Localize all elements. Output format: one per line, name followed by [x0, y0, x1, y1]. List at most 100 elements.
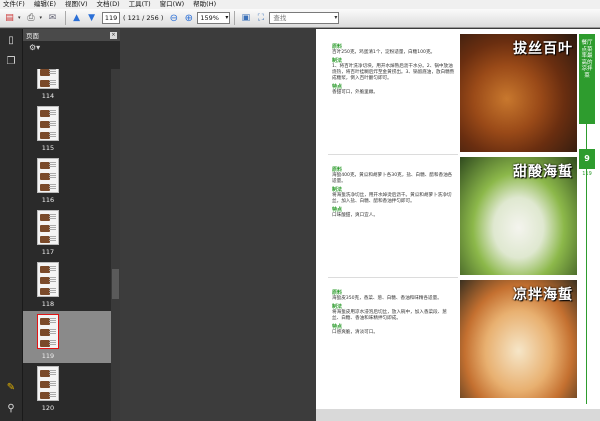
thumbnail-text-line: [49, 218, 56, 219]
pages-icon[interactable]: ▯: [5, 34, 17, 46]
thumbnail-text-line: [49, 322, 56, 323]
menu-help[interactable]: 帮助(H): [193, 0, 216, 9]
next-page-icon[interactable]: ▼: [85, 12, 98, 25]
menu-tools[interactable]: 工具(T): [129, 0, 151, 9]
menu-document[interactable]: 文档(D): [97, 0, 120, 9]
menu-file[interactable]: 文件(F): [3, 0, 25, 9]
toolbar: ▤ ▾ ⎙ ▾ ✉ ▲ ▼ 119 ( 121 / 256 ) ⊖ ⊕ 159%…: [0, 9, 600, 28]
toolbar-separator: [65, 11, 67, 25]
page-number-input[interactable]: 119: [102, 12, 121, 24]
thumbnail-label: 115: [41, 144, 55, 152]
options-icon[interactable]: ⚙▾: [29, 43, 40, 52]
thumbnail-text-line: [49, 132, 56, 133]
thumbnail-image: [37, 210, 59, 245]
document-area: 餐厅点菜率最高的凉拌菜 9 119 原料 百叶250克，鸡蛋清1个，淀粉适量，白糖…: [120, 29, 600, 421]
thumbnail-text-line: [49, 82, 56, 83]
feature-text: 香甜可口，外脆里嫩。: [332, 90, 378, 95]
menu-bar: 文件(F) 编辑(E) 视图(V) 文档(D) 工具(T) 窗口(W) 帮助(H…: [0, 0, 600, 9]
dish-photo: 拔丝百叶: [460, 34, 577, 152]
page-thumbnail[interactable]: 115: [23, 103, 111, 155]
page-thumbnail[interactable]: 120: [23, 363, 111, 415]
print-dropdown-icon[interactable]: ▾: [40, 15, 43, 21]
thumbnail-text-line: [49, 123, 56, 124]
zoom-out-icon[interactable]: ⊖: [167, 12, 180, 25]
page-thumbnail[interactable]: 117: [23, 207, 111, 259]
panel-scrollbar[interactable]: [111, 69, 120, 421]
zoom-in-icon[interactable]: ⊕: [182, 12, 195, 25]
page-thumbnail[interactable]: 118: [23, 259, 111, 311]
comments-icon[interactable]: ✎: [5, 381, 17, 393]
thumbnail-text-line: [49, 268, 56, 269]
thumbnail-text-line: [49, 381, 56, 382]
thumbnail-text-line: [49, 216, 56, 217]
thumbnail-text-line: [49, 173, 56, 174]
thumbnail-text-line: [49, 370, 56, 371]
thumbnail-label: 118: [41, 300, 55, 308]
thumbnail-text-line: [49, 134, 56, 135]
recipe-text: 原料 百叶250克，鸡蛋清1个，淀粉适量，白糖100克。 制法 1、将百叶洗净切块，用…: [332, 42, 456, 97]
thumbnail-text-line: [49, 227, 56, 228]
dish-photo: 甜酸海蜇: [460, 157, 577, 275]
thumbnail-text-line: [49, 392, 56, 393]
menu-window[interactable]: 窗口(W): [160, 0, 185, 9]
thumbnail-text-line: [49, 114, 56, 115]
page-thumbnail[interactable]: 116: [23, 155, 111, 207]
thumbnail-text-line: [49, 292, 56, 293]
page-thumbnail[interactable]: 119: [23, 311, 111, 363]
steps-text: 1、将百叶洗净切块，用开水焯熟后沥干水分。2、锅中放油烧热，将百叶挂糊后炸至金黄…: [332, 64, 455, 81]
thumbnail-text-line: [49, 73, 56, 74]
zoom-select[interactable]: 159%: [197, 12, 231, 24]
section-divider: [328, 154, 458, 155]
page-gap: [316, 409, 600, 421]
print-icon[interactable]: ⎙: [25, 12, 38, 25]
thumbnail-text-line: [49, 290, 56, 291]
scrollbar-thumb[interactable]: [112, 269, 119, 299]
search-input[interactable]: 查找: [269, 12, 340, 24]
close-panel-icon[interactable]: ×: [110, 31, 117, 39]
thumbnail-text-line: [49, 331, 56, 332]
dish-photo: 凉拌海蜇: [460, 280, 577, 398]
thumbnail-text-line: [49, 372, 56, 373]
thumbnail-text-line: [49, 136, 56, 137]
feature-text: 口味酸甜，爽口宜人。: [332, 213, 378, 218]
steps-text: 将海蜇洗净切丝，用开水焯烫后沥干。黄瓜和胡萝卜洗净切丝，加入盐、白糖、醋和香油拌…: [332, 193, 452, 204]
save-icon[interactable]: ▤: [3, 12, 16, 25]
menu-view[interactable]: 视图(V): [65, 0, 88, 9]
attachments-icon[interactable]: ⚲: [5, 402, 17, 414]
thumbnail-text-line: [49, 270, 56, 271]
page-thumbnail[interactable]: 114: [23, 69, 111, 103]
thumbnail-text-line: [49, 214, 56, 215]
thumbnail-text-line: [49, 225, 56, 226]
full-screen-icon[interactable]: ⛶: [254, 12, 267, 25]
thumbnail-text-line: [49, 266, 56, 267]
feature-text: 口感爽脆，清淡可口。: [332, 330, 378, 335]
fit-page-icon[interactable]: ▣: [239, 12, 252, 25]
ingredients-text: 海蜇400克，黄瓜和胡萝卜各30克，盐、白糖、醋和香油各适量。: [332, 173, 453, 184]
thumbnail-text-line: [49, 279, 56, 280]
thumbnail-label: 117: [41, 248, 55, 256]
panel-options: ⚙▾: [23, 41, 120, 53]
thumbnail-label: 114: [41, 92, 55, 100]
pages-panel: 页面 × ⚙▾ 114 115 116 117 118 119 120: [23, 29, 120, 421]
dish-title: 拔丝百叶: [513, 41, 573, 57]
thumbnail-text-line: [49, 383, 56, 384]
thumbnail-text-line: [49, 385, 56, 386]
recipe-section: 原料 海蜇皮350克，香菜、葱、白糖、香油和味精各适量。 制法 将海蜇皮用凉水浸泡后切…: [316, 277, 600, 398]
email-icon[interactable]: ✉: [46, 12, 59, 25]
thumbnail-text-line: [49, 320, 56, 321]
thumbnail-text-line: [49, 333, 56, 334]
thumbnail-label: 119: [41, 352, 55, 360]
thumbnail-text-line: [49, 184, 56, 185]
thumbnail-text-line: [49, 177, 56, 178]
thumbnail-image: [37, 106, 59, 141]
section-divider: [328, 277, 458, 278]
bookmarks-icon[interactable]: ❐: [5, 55, 17, 67]
menu-edit[interactable]: 编辑(E): [34, 0, 56, 9]
previous-page-icon[interactable]: ▲: [70, 12, 83, 25]
thumbnail-text-line: [49, 84, 56, 85]
pages-panel-header: 页面 ×: [23, 29, 120, 41]
save-dropdown-icon[interactable]: ▾: [18, 15, 21, 21]
thumbnail-text-line: [49, 374, 56, 375]
thumbnail-text-line: [49, 175, 56, 176]
dish-title: 凉拌海蜇: [513, 287, 573, 303]
